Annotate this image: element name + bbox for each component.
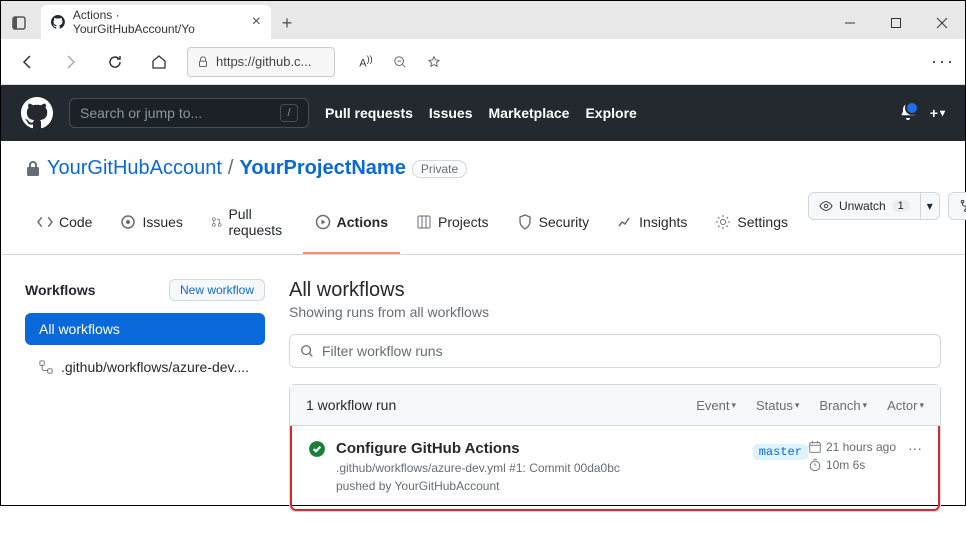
filter-status[interactable]: Status▾ — [756, 398, 799, 413]
page-heading: All workflows — [289, 279, 941, 302]
tab-projects[interactable]: Projects — [404, 198, 501, 254]
filter-branch[interactable]: Branch▾ — [819, 398, 867, 413]
filter-actor[interactable]: Actor▾ — [887, 398, 924, 413]
browser-title-bar: Actions · YourGitHubAccount/Yo × + — [1, 1, 965, 39]
success-icon — [308, 440, 326, 495]
tab-issues[interactable]: Issues — [108, 198, 194, 254]
browser-url-bar: https://github.c... A)) ··· — [1, 39, 965, 85]
stopwatch-icon — [808, 458, 822, 472]
new-tab-button[interactable]: + — [271, 7, 303, 39]
nav-issues[interactable]: Issues — [429, 105, 473, 121]
eye-icon — [819, 199, 833, 213]
unwatch-caret[interactable]: ▾ — [921, 192, 940, 220]
tab-actions[interactable]: Actions — [303, 198, 400, 254]
visibility-badge: Private — [412, 160, 467, 178]
refresh-button[interactable] — [99, 46, 131, 78]
tab-settings[interactable]: Settings — [703, 198, 800, 254]
browser-menu-button[interactable]: ··· — [931, 51, 955, 72]
runs-header: 1 workflow run Event▾ Status▾ Branch▾ Ac… — [290, 385, 940, 426]
nav-pull-requests[interactable]: Pull requests — [325, 105, 413, 121]
run-subtitle: .github/workflows/azure-dev.yml #1: Comm… — [336, 459, 636, 495]
run-menu-button[interactable]: ··· — [908, 440, 922, 456]
tab-security[interactable]: Security — [505, 198, 602, 254]
run-count: 1 workflow run — [306, 397, 396, 413]
tab-code[interactable]: Code — [25, 198, 104, 254]
search-placeholder: Search or jump to... — [80, 105, 202, 121]
browser-tab[interactable]: Actions · YourGitHubAccount/Yo × — [41, 5, 271, 39]
run-title[interactable]: Configure GitHub Actions — [336, 440, 636, 457]
github-header: Search or jump to... / Pull requests Iss… — [1, 85, 965, 141]
tab-pull-requests[interactable]: Pull requests — [199, 198, 299, 254]
fork-button[interactable]: Fork0 — [948, 192, 966, 220]
home-button[interactable] — [143, 46, 175, 78]
reader-button[interactable]: A)) — [353, 46, 379, 78]
github-logo[interactable] — [21, 97, 53, 129]
add-menu-button[interactable]: +▾ — [930, 105, 945, 121]
filter-input[interactable]: Filter workflow runs — [289, 334, 941, 368]
main: Workflows New workflow All workflows .gi… — [1, 255, 965, 536]
nav-marketplace[interactable]: Marketplace — [489, 105, 570, 121]
calendar-icon — [808, 440, 822, 454]
lock-icon — [196, 55, 210, 69]
repo-header: YourGitHubAccount / YourProjectName Priv… — [1, 141, 965, 255]
run-meta: 21 hours ago 10m 6s — [808, 440, 896, 472]
favorite-button[interactable] — [421, 46, 447, 78]
repo-owner-link[interactable]: YourGitHubAccount — [47, 157, 222, 180]
tab-title: Actions · YourGitHubAccount/Yo — [73, 8, 244, 36]
sidebar: Workflows New workflow All workflows .gi… — [25, 279, 265, 512]
runs-list: 1 workflow run Event▾ Status▾ Branch▾ Ac… — [289, 384, 941, 512]
lock-icon — [25, 161, 41, 177]
repo-name-link[interactable]: YourProjectName — [239, 157, 405, 180]
workflow-icon — [39, 360, 53, 374]
page-subtitle: Showing runs from all workflows — [289, 304, 941, 320]
workflow-run-row[interactable]: Configure GitHub Actions .github/workflo… — [290, 426, 940, 511]
window-close-button[interactable] — [919, 7, 965, 39]
nav-explore[interactable]: Explore — [585, 105, 636, 121]
github-icon — [51, 15, 65, 29]
zoom-button[interactable] — [387, 46, 413, 78]
fork-icon — [959, 199, 966, 213]
tab-close-button[interactable]: × — [252, 13, 261, 31]
sidebar-all-workflows[interactable]: All workflows — [25, 313, 265, 345]
window-minimize-button[interactable] — [827, 7, 873, 39]
notifications-button[interactable] — [900, 104, 916, 123]
back-button[interactable] — [11, 46, 43, 78]
new-workflow-button[interactable]: New workflow — [169, 279, 265, 301]
filter-placeholder: Filter workflow runs — [322, 343, 443, 359]
repo-actions: Unwatch1 ▾ Fork0 Star0 ▾ — [808, 192, 966, 220]
forward-button[interactable] — [55, 46, 87, 78]
url-text: https://github.c... — [216, 54, 311, 69]
github-nav: Pull requests Issues Marketplace Explore — [325, 105, 637, 121]
sidebar-title: Workflows — [25, 282, 96, 298]
window-maximize-button[interactable] — [873, 7, 919, 39]
unwatch-button[interactable]: Unwatch1 — [808, 192, 921, 220]
slash-key-icon: / — [280, 104, 298, 122]
address-bar[interactable]: https://github.c... — [187, 47, 335, 77]
content: All workflows Showing runs from all work… — [289, 279, 941, 512]
filter-event[interactable]: Event▾ — [696, 398, 736, 413]
tab-strip: Actions · YourGitHubAccount/Yo × + — [1, 1, 303, 39]
sidebar-workflow-file[interactable]: .github/workflows/azure-dev.... — [25, 351, 265, 383]
repo-tabs: Code Issues Pull requests Actions Projec… — [25, 198, 800, 254]
search-icon — [300, 344, 314, 358]
repo-name: YourGitHubAccount / YourProjectName Priv… — [25, 157, 800, 180]
branch-badge[interactable]: master — [753, 444, 808, 460]
tabs-overview-button[interactable] — [1, 7, 37, 39]
tab-insights[interactable]: Insights — [605, 198, 699, 254]
search-input[interactable]: Search or jump to... / — [69, 98, 309, 128]
